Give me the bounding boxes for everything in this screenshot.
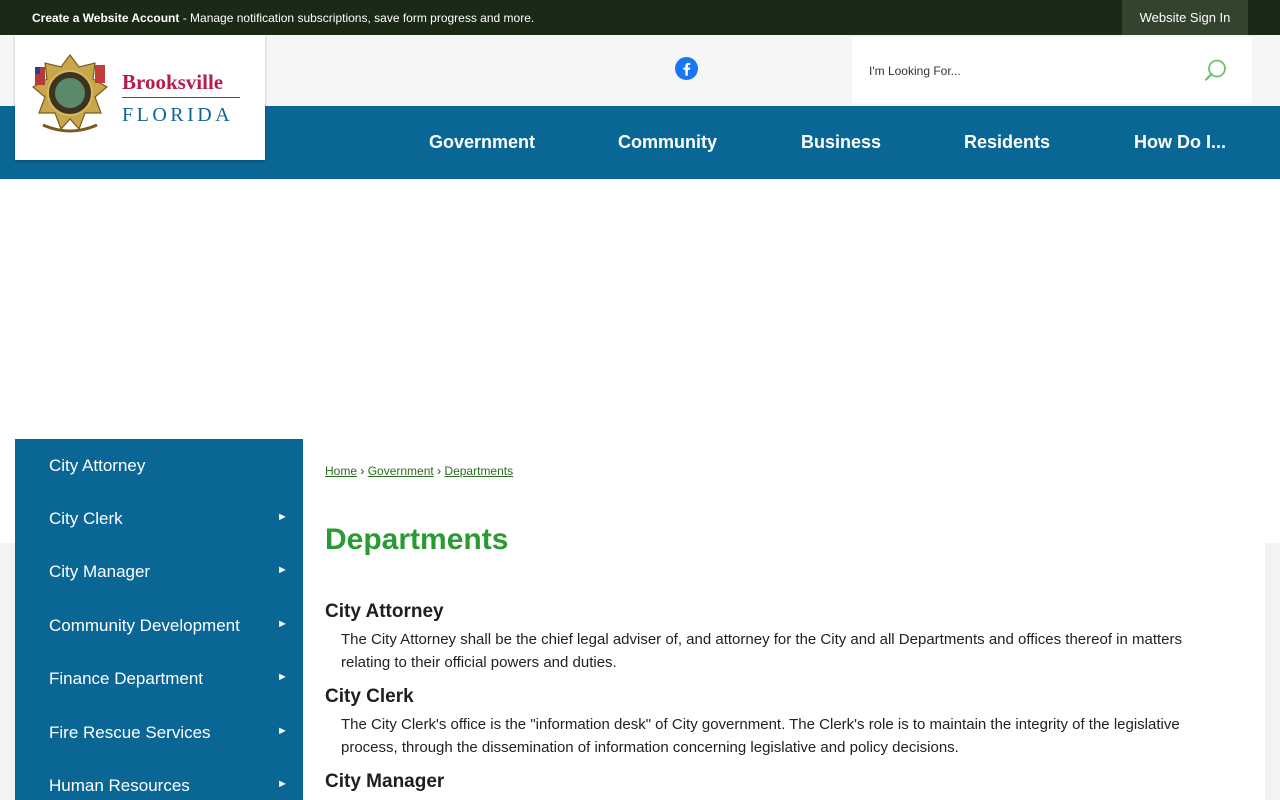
- sidebar-item-community-development[interactable]: Community Development ►: [15, 599, 303, 652]
- sidebar-item-label: Human Resources: [49, 776, 190, 795]
- department-entry: City Manager: [325, 771, 1225, 793]
- sidebar-item-city-manager[interactable]: City Manager ►: [15, 545, 303, 598]
- triangle-right-icon[interactable]: ►: [277, 778, 288, 790]
- sidebar-item-fire-rescue-services[interactable]: Fire Rescue Services ►: [15, 706, 303, 759]
- site-search: [852, 37, 1252, 104]
- department-entry: City Attorney The City Attorney shall be…: [325, 601, 1225, 674]
- create-account-notice: Create a Website Account - Manage notifi…: [32, 11, 534, 25]
- department-title-city-clerk[interactable]: City Clerk: [325, 686, 1225, 708]
- sidebar-item-human-resources[interactable]: Human Resources ►: [15, 759, 303, 800]
- create-account-text: - Manage notification subscriptions, sav…: [179, 11, 535, 25]
- city-seal-icon: [31, 54, 109, 133]
- breadcrumb: Home › Government › Departments: [325, 464, 513, 478]
- page-title: Departments: [325, 523, 509, 556]
- sidebar-item-city-clerk[interactable]: City Clerk ►: [15, 492, 303, 545]
- department-title-city-attorney[interactable]: City Attorney: [325, 601, 1225, 623]
- breadcrumb-government[interactable]: Government: [368, 464, 434, 478]
- department-description: The City Attorney shall be the chief leg…: [341, 631, 1183, 671]
- department-title-city-manager[interactable]: City Manager: [325, 771, 1225, 793]
- triangle-right-icon[interactable]: ►: [277, 725, 288, 737]
- logo-divider: [122, 97, 240, 98]
- sidebar-item-label: City Attorney: [49, 456, 146, 475]
- sidebar-item-label: Community Development: [49, 616, 240, 635]
- sidebar-item-finance-department[interactable]: Finance Department ►: [15, 652, 303, 705]
- sidebar-item-label: City Manager: [49, 562, 151, 581]
- logo-state-name: FLORIDA: [122, 104, 234, 126]
- nav-business[interactable]: Business: [801, 132, 881, 153]
- breadcrumb-separator: ›: [437, 464, 442, 478]
- sidebar-item-city-attorney[interactable]: City Attorney: [15, 439, 303, 492]
- breadcrumb-departments[interactable]: Departments: [444, 464, 513, 478]
- facebook-icon[interactable]: [675, 57, 698, 80]
- website-sign-in-button[interactable]: Website Sign In: [1122, 0, 1248, 35]
- breadcrumb-home[interactable]: Home: [325, 464, 357, 478]
- nav-government[interactable]: Government: [429, 132, 535, 153]
- triangle-right-icon[interactable]: ►: [277, 618, 288, 630]
- sidebar-item-label: Finance Department: [49, 669, 204, 688]
- top-utility-bar: Create a Website Account - Manage notifi…: [0, 0, 1280, 35]
- sidebar-item-label: Fire Rescue Services: [49, 723, 211, 742]
- site-logo[interactable]: Brooksville FLORIDA: [15, 35, 265, 160]
- logo-city-name: Brooksville: [122, 70, 224, 94]
- department-description: The City Clerk's office is the "informat…: [341, 716, 1180, 756]
- triangle-right-icon[interactable]: ►: [277, 671, 288, 683]
- create-account-link[interactable]: Create a Website Account: [32, 11, 179, 25]
- nav-residents[interactable]: Residents: [964, 132, 1050, 153]
- search-input[interactable]: [867, 59, 1191, 83]
- breadcrumb-separator: ›: [360, 464, 365, 478]
- departments-sidebar: City Attorney City Clerk ► City Manager …: [15, 439, 303, 800]
- department-entry: City Clerk The City Clerk's office is th…: [325, 686, 1225, 759]
- triangle-right-icon[interactable]: ►: [277, 564, 288, 576]
- nav-community[interactable]: Community: [618, 132, 717, 153]
- search-icon[interactable]: [1204, 58, 1228, 82]
- triangle-right-icon[interactable]: ►: [277, 511, 288, 523]
- nav-how-do-i[interactable]: How Do I...: [1134, 132, 1226, 153]
- sidebar-item-label: City Clerk: [49, 509, 123, 528]
